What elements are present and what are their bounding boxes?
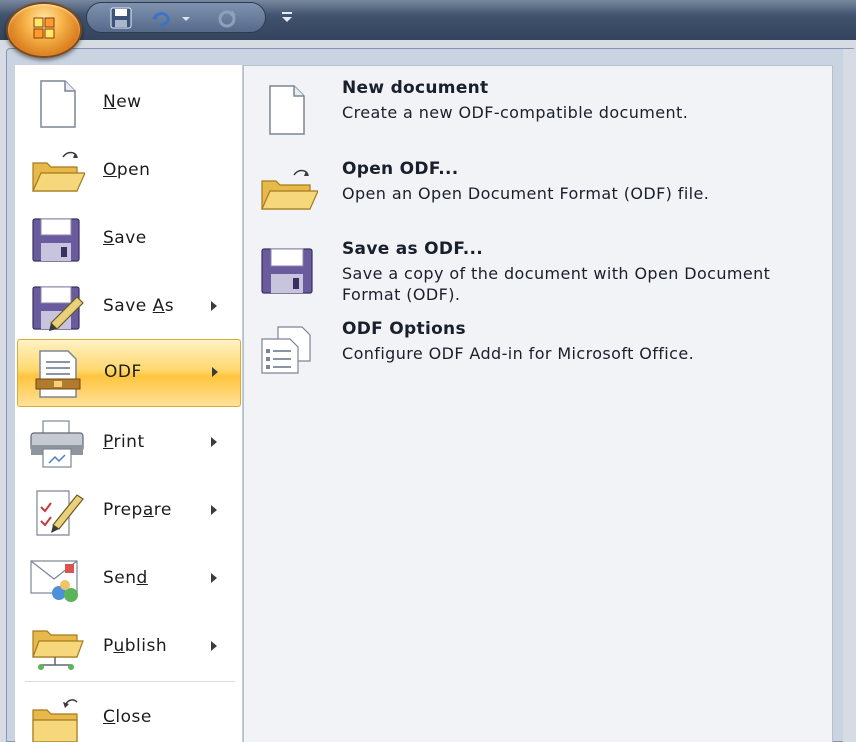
- menu-item-save-as[interactable]: Save As: [15, 274, 243, 340]
- save-icon[interactable]: [109, 6, 133, 30]
- entry-description: Save a copy of the document with Open Do…: [342, 264, 771, 304]
- floppy-disk-icon: [260, 245, 318, 297]
- window-edge: [843, 49, 856, 742]
- title-bar: [0, 0, 856, 40]
- odf-entry-save-as-odf[interactable]: Save as ODF... Save a copy of the docume…: [260, 239, 820, 309]
- office-menu-commands: New Open Save Save As ODF Print Prepare …: [15, 65, 243, 742]
- entry-description: Open an Open Document Format (ODF) file.: [342, 184, 710, 203]
- menu-item-label: Save: [103, 228, 147, 248]
- office-logo-icon: [33, 17, 55, 39]
- prepare-pen-icon: [29, 487, 85, 537]
- odf-entry-odf-options[interactable]: ODF Options Configure ODF Add-in for Mic…: [260, 319, 820, 389]
- submenu-arrow-icon: [211, 573, 217, 583]
- menu-item-label: Print: [103, 432, 145, 452]
- submenu-arrow-icon: [211, 505, 217, 515]
- options-document-icon: [260, 325, 318, 377]
- send-mail-icon: [29, 555, 85, 605]
- menu-item-label: Open: [103, 160, 151, 180]
- menu-item-open[interactable]: Open: [15, 138, 243, 204]
- menu-item-label: Save As: [103, 296, 175, 316]
- submenu-arrow-icon: [211, 301, 217, 311]
- menu-item-label: ODF: [104, 362, 142, 382]
- menu-item-label: Send: [103, 568, 148, 588]
- publish-folder-icon: [29, 623, 85, 673]
- floppy-disk-icon: [29, 215, 85, 265]
- office-button[interactable]: [6, 2, 82, 58]
- odf-entry-new-document[interactable]: New document Create a new ODF-compatible…: [260, 78, 820, 148]
- menu-item-new[interactable]: New: [15, 70, 243, 136]
- new-document-icon: [260, 84, 318, 136]
- entry-title: ODF Options: [342, 319, 466, 339]
- entry-description: Configure ODF Add-in for Microsoft Offic…: [342, 344, 695, 363]
- entry-description: Create a new ODF-compatible document.: [342, 103, 689, 122]
- save-as-icon: [29, 283, 85, 333]
- submenu-arrow-icon: [211, 641, 217, 651]
- menu-item-publish[interactable]: Publish: [15, 614, 243, 680]
- undo-icon[interactable]: [149, 6, 173, 30]
- odf-entry-open-odf[interactable]: Open ODF... Open an Open Document Format…: [260, 159, 820, 229]
- printer-icon: [29, 419, 85, 469]
- open-folder-icon: [29, 147, 86, 197]
- odf-submenu-pane: New document Create a new ODF-compatible…: [243, 65, 833, 742]
- menu-item-label: New: [103, 92, 142, 112]
- open-folder-icon: [260, 165, 319, 217]
- menu-item-label: Prepare: [103, 500, 172, 520]
- quick-access-toolbar: [86, 2, 266, 33]
- menu-item-label: Close: [103, 707, 152, 727]
- menu-item-prepare[interactable]: Prepare: [15, 478, 243, 544]
- menu-item-label: Publish: [103, 636, 168, 656]
- odf-document-icon: [30, 349, 86, 399]
- redo-icon[interactable]: [215, 6, 239, 30]
- office-menu: New Open Save Save As ODF Print Prepare …: [6, 48, 856, 742]
- menu-item-send[interactable]: Send: [15, 546, 243, 612]
- menu-item-save[interactable]: Save: [15, 206, 243, 272]
- close-folder-icon: [29, 694, 85, 742]
- submenu-arrow-icon: [211, 437, 217, 447]
- new-document-icon: [29, 79, 85, 129]
- undo-dropdown-icon[interactable]: [179, 6, 193, 30]
- menu-divider: [25, 681, 235, 682]
- submenu-arrow-icon: [212, 367, 218, 377]
- menu-item-odf[interactable]: ODF: [17, 339, 241, 407]
- entry-title: New document: [342, 78, 489, 98]
- menu-item-print[interactable]: Print: [15, 410, 243, 476]
- menu-item-close[interactable]: Close: [15, 685, 243, 742]
- customize-icon[interactable]: [276, 6, 298, 28]
- entry-title: Save as ODF...: [342, 239, 484, 259]
- entry-title: Open ODF...: [342, 159, 459, 179]
